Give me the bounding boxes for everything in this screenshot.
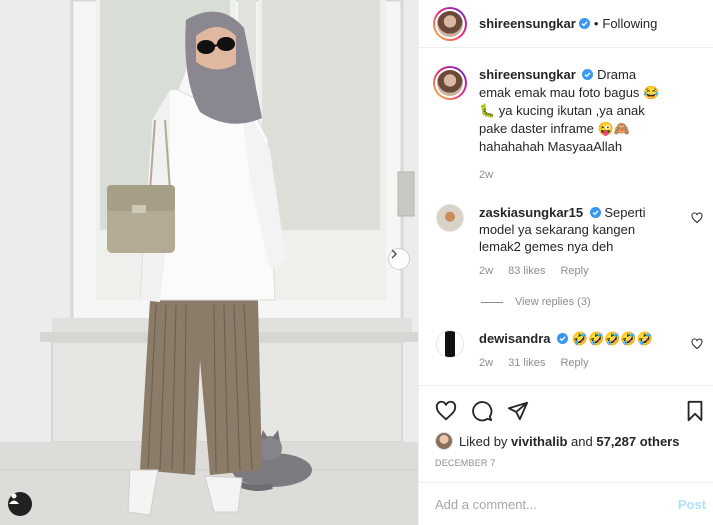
post-header: shireensungkar • Following [419,0,713,48]
post-actions-section: Liked by vivithalib and 57,287 others DE… [419,385,713,525]
comment-likes[interactable]: 31 likes [508,357,545,369]
view-replies-label[interactable]: View replies (3) [515,296,591,308]
caption-username[interactable]: shireensungkar [479,67,576,82]
commenter-avatar[interactable] [436,330,464,358]
post-photo[interactable] [0,0,418,525]
following-button[interactable]: Following [602,16,657,31]
user-tags-button[interactable] [8,492,32,516]
post-comment-button[interactable]: Post [678,497,706,512]
view-replies-button[interactable]: View replies (3) [481,296,591,308]
commenter-username[interactable]: dewisandra [479,331,551,346]
comment-age[interactable]: 2w [479,265,493,277]
comment-icon[interactable] [471,400,493,422]
next-photo-button[interactable] [388,248,410,270]
photo-illustration [0,0,418,525]
comment-age[interactable]: 2w [479,357,493,369]
comment-item: dewisandra 🤣🤣🤣🤣🤣 2w 31 likes Reply [433,330,703,372]
author-avatar[interactable] [433,6,467,41]
caption-avatar[interactable] [433,66,467,100]
comment-text: 🤣🤣🤣🤣🤣 [571,331,653,346]
liked-by-prefix: Liked by [459,433,508,449]
comment-input[interactable] [435,497,645,512]
comment-item: zaskiasungkar15 Seperti model ya sekaran… [433,204,703,280]
reply-button[interactable]: Reply [560,357,588,369]
action-icons [435,400,543,422]
caption-age[interactable]: 2w [479,166,669,184]
header-separator: • [593,16,599,31]
comment-likes[interactable]: 83 likes [508,265,545,277]
post-date[interactable]: DECEMBER 7 [435,458,496,468]
reply-button[interactable]: Reply [560,265,588,277]
heart-icon[interactable] [691,338,703,350]
heart-icon[interactable] [691,212,703,224]
verified-badge-icon [582,69,594,80]
commenter-avatar[interactable] [436,204,464,232]
user-tag-icon [9,493,19,504]
verified-badge-icon [578,18,590,29]
verified-badge-icon [589,207,601,218]
comment-composer: Post [419,482,713,525]
chevron-right-icon [391,249,398,259]
post-caption: shireensungkar Drama emak emak mau foto … [433,66,703,184]
commenter-username[interactable]: zaskiasungkar15 [479,205,583,220]
author-username[interactable]: shireensungkar [479,16,576,31]
liked-by-others[interactable]: 57,287 others [596,434,679,449]
liked-by-summary: Liked by vivithalib and 57,287 others [435,432,679,450]
like-icon[interactable] [435,400,457,422]
liked-by-user[interactable]: vivithalib [511,434,567,449]
share-icon[interactable] [507,400,529,422]
liked-by-and: and [571,433,593,449]
verified-badge-icon [557,333,569,344]
post-details-panel: shireensungkar • Following shireensungka… [418,0,713,525]
liker-avatar[interactable] [435,432,453,450]
bookmark-icon[interactable] [684,400,706,422]
